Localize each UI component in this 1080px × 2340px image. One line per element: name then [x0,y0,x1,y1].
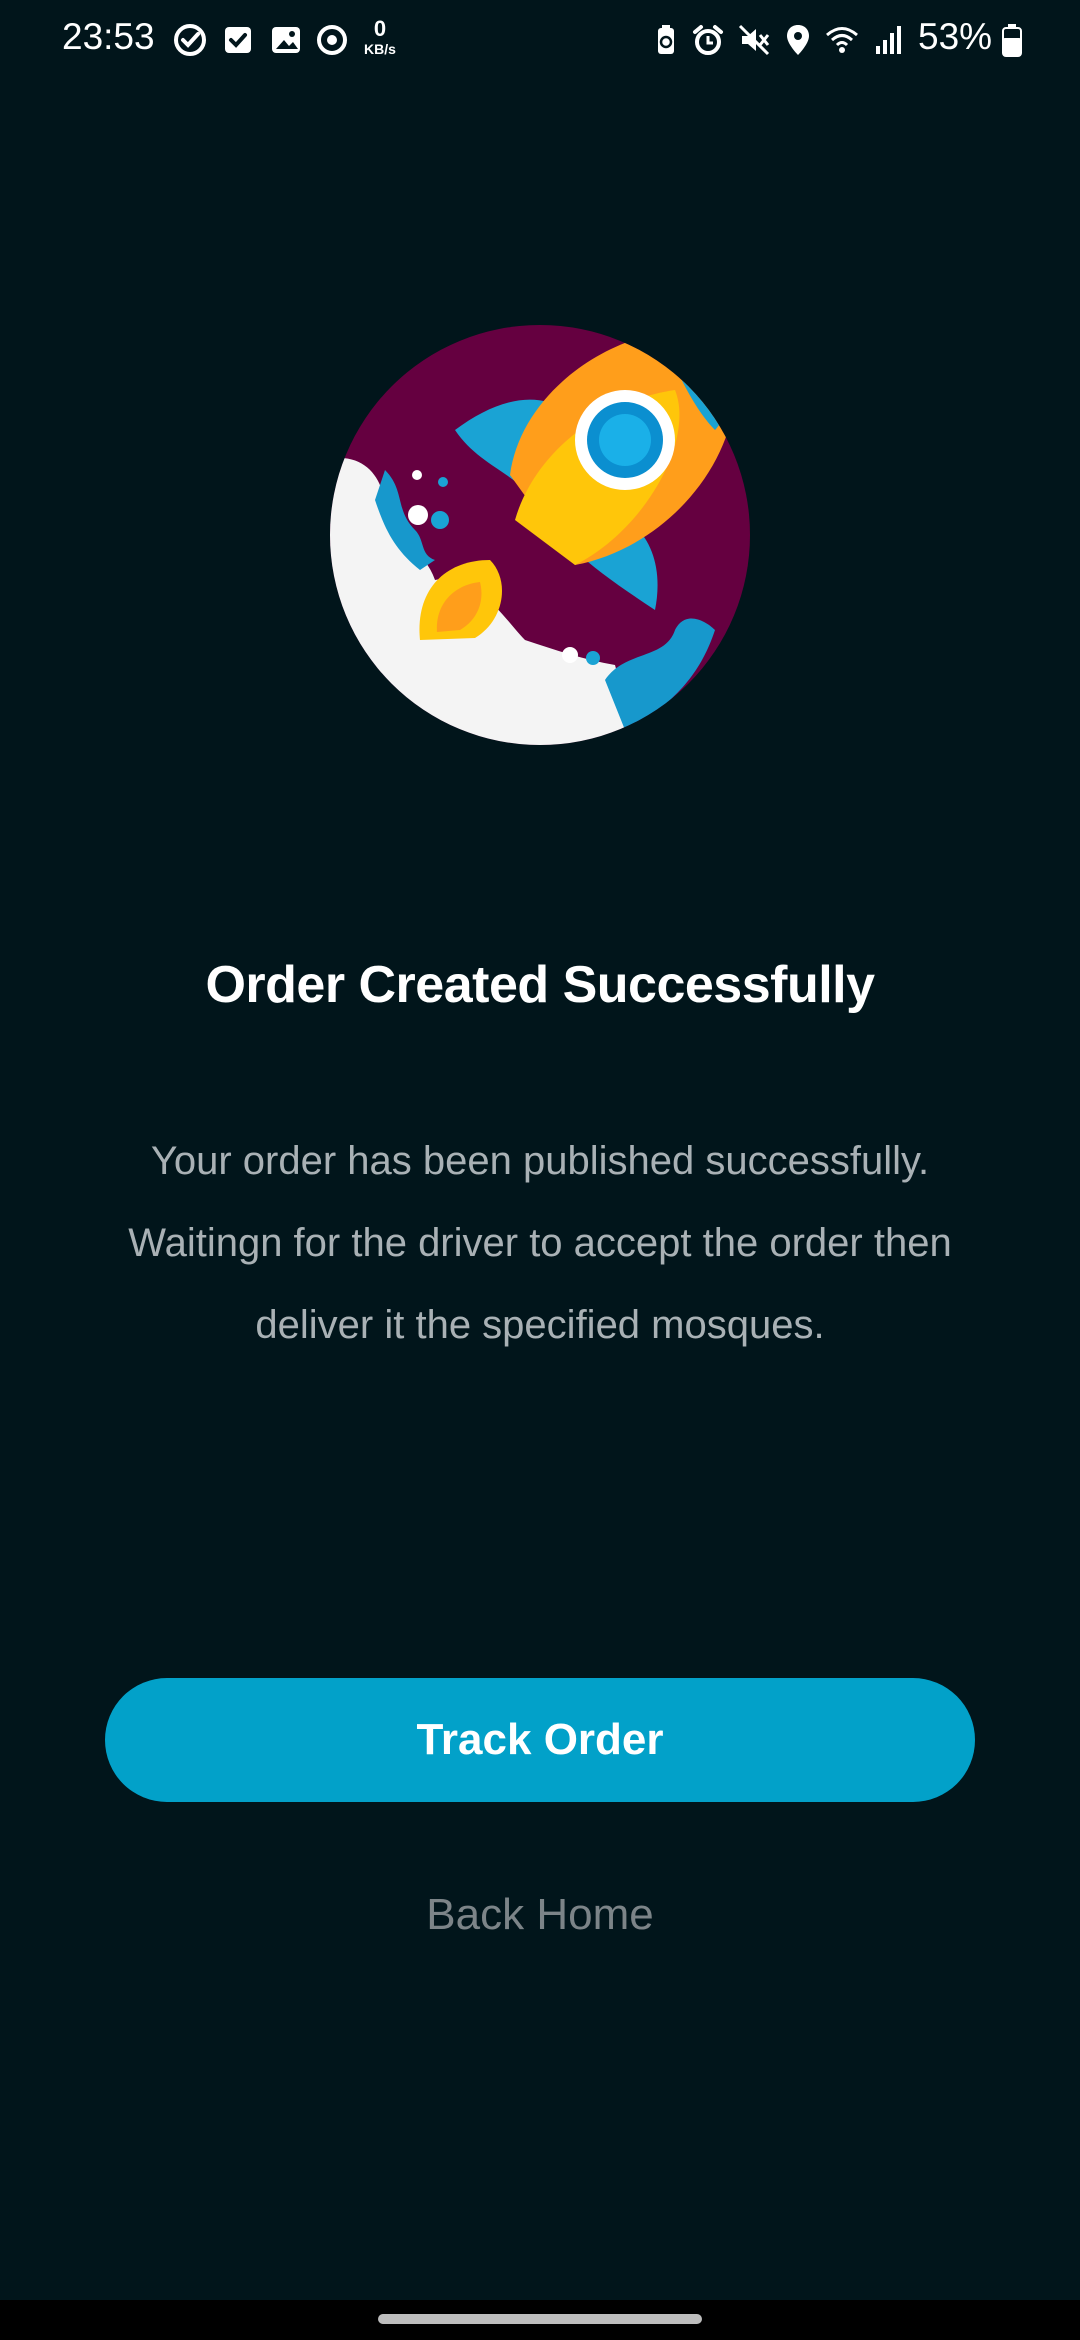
battery-percent: 53% [918,16,993,57]
check-circle-icon [172,22,208,58]
gallery-icon [268,22,304,58]
battery-saver-icon [648,22,684,58]
status-bar: 23:53 0 KB/s 53% [0,0,1080,80]
message-line: deliver it the specified mosques. [255,1303,825,1347]
wifi-icon [824,22,860,58]
message-line: Waitingn for the driver to accept the or… [128,1221,952,1265]
home-indicator[interactable] [378,2314,702,2324]
network-speed: 0 KB/s [364,16,396,57]
alarm-icon [690,22,726,58]
location-icon [780,22,816,58]
signal-icon [870,22,906,58]
rocket-illustration [325,320,755,750]
rocket-launch-icon [330,325,750,745]
success-message: Your order has been published successful… [100,1120,980,1366]
checkbox-icon [220,22,256,58]
track-order-button[interactable]: Track Order [105,1678,975,1802]
sync-icon [314,22,350,58]
message-line: Your order has been published successful… [150,1139,930,1183]
battery-icon [1000,22,1036,58]
back-home-link[interactable]: Back Home [340,1880,740,1950]
mute-icon [736,22,772,58]
page-title: Order Created Successfully [205,956,875,1014]
status-time: 23:53 [62,16,155,57]
